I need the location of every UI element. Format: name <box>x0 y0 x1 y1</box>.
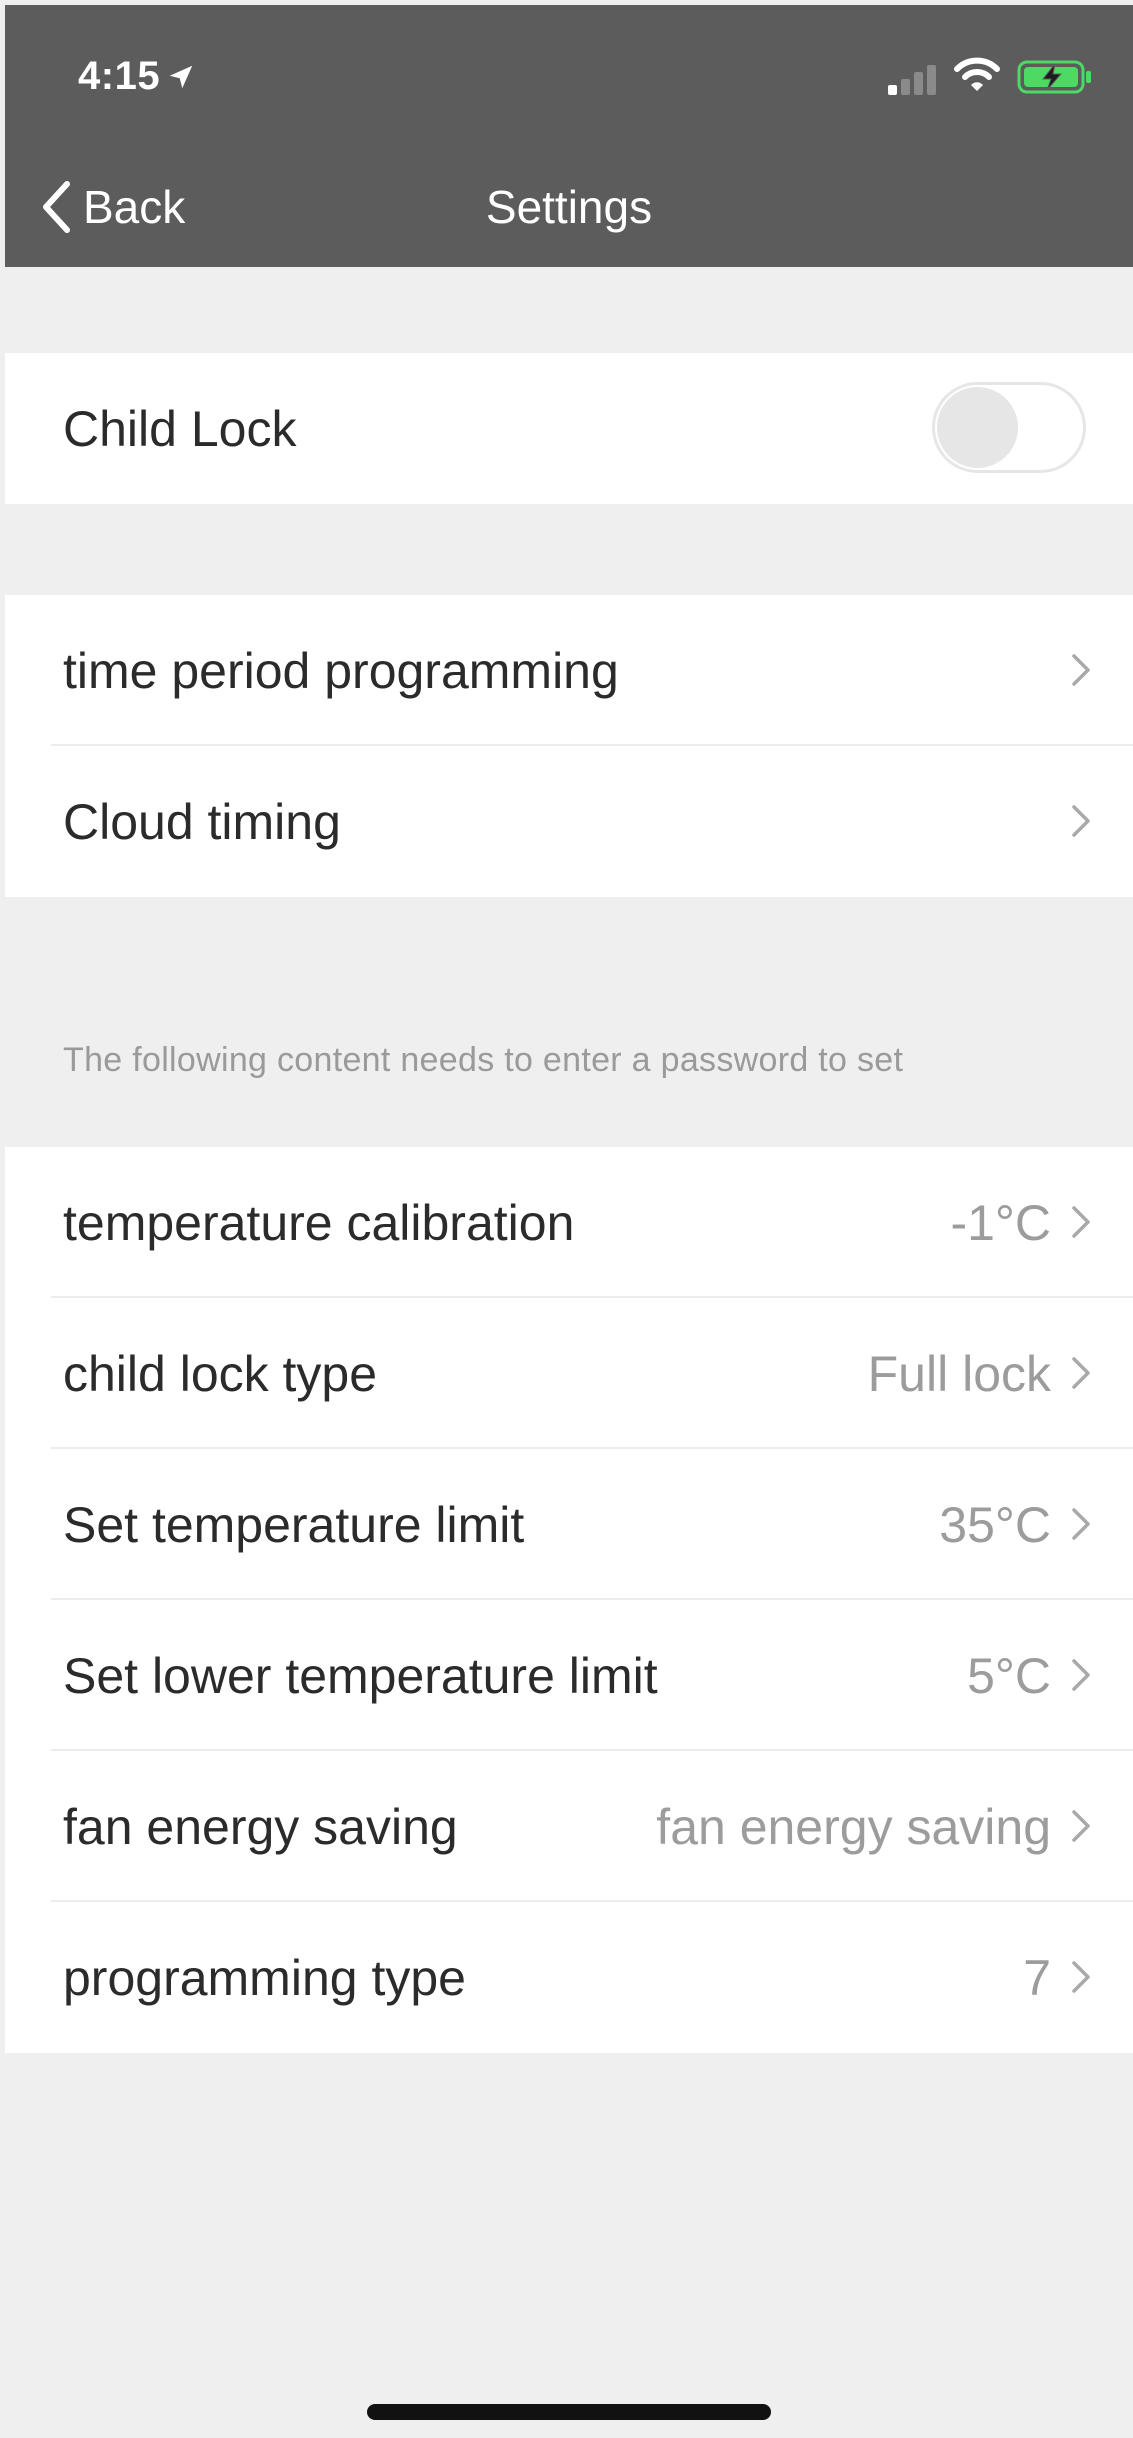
programming-group: time period programming Cloud timing <box>5 595 1133 897</box>
child-lock-group: Child Lock <box>5 353 1133 504</box>
list-item-time-period-programming[interactable]: time period programming <box>5 595 1133 746</box>
row-value: 35°C <box>939 1496 1051 1553</box>
list-item-child-lock-type[interactable]: child lock type Full lock <box>5 1298 1133 1449</box>
password-section-note: The following content needs to enter a p… <box>63 1041 904 1079</box>
row-label: fan energy saving <box>63 1798 458 1855</box>
password-settings-group: temperature calibration -1°C child lock … <box>5 1147 1133 2053</box>
cellular-signal-icon <box>888 65 936 95</box>
list-item-temperature-calibration[interactable]: temperature calibration -1°C <box>5 1147 1133 1298</box>
row-label: Cloud timing <box>63 793 341 850</box>
row-label: child lock type <box>63 1345 378 1402</box>
chevron-right-icon <box>1072 1206 1090 1238</box>
row-label: temperature calibration <box>63 1194 575 1251</box>
list-item-fan-energy-saving[interactable]: fan energy saving fan energy saving <box>5 1751 1133 1902</box>
home-indicator[interactable] <box>367 2404 771 2420</box>
battery-charging-icon <box>1017 60 1091 94</box>
list-item-cloud-timing[interactable]: Cloud timing <box>5 746 1133 897</box>
toggle-knob <box>937 387 1018 468</box>
chevron-right-icon <box>1072 1357 1090 1389</box>
row-value: fan energy saving <box>656 1798 1051 1855</box>
child-lock-toggle[interactable] <box>932 382 1086 473</box>
location-arrow-icon <box>169 65 193 89</box>
chevron-right-icon <box>1072 654 1090 686</box>
list-item-set-lower-temperature-limit[interactable]: Set lower temperature limit 5°C <box>5 1600 1133 1751</box>
chevron-right-icon <box>1072 805 1090 837</box>
row-label: Set lower temperature limit <box>63 1647 658 1704</box>
list-item-set-temperature-limit[interactable]: Set temperature limit 35°C <box>5 1449 1133 1600</box>
chevron-right-icon <box>1072 1961 1090 1993</box>
child-lock-row: Child Lock <box>5 353 1133 504</box>
row-label: programming type <box>63 1949 466 2006</box>
wifi-icon <box>954 57 1000 91</box>
chevron-right-icon <box>1072 1810 1090 1842</box>
settings-screen: 4:15 Back Settings Child Lock time perio… <box>5 5 1133 2438</box>
chevron-right-icon <box>1072 1508 1090 1540</box>
row-label: Set temperature limit <box>63 1496 525 1553</box>
child-lock-label: Child Lock <box>63 400 297 457</box>
row-value: 5°C <box>967 1647 1051 1704</box>
navigation-header: 4:15 Back Settings <box>5 5 1133 267</box>
row-value: 7 <box>1023 1949 1051 2006</box>
status-bar-time: 4:15 <box>78 51 196 101</box>
chevron-right-icon <box>1072 1659 1090 1691</box>
status-time-text: 4:15 <box>78 54 161 98</box>
list-item-programming-type[interactable]: programming type 7 <box>5 1902 1133 2053</box>
row-value: Full lock <box>867 1345 1051 1402</box>
row-value: -1°C <box>950 1194 1051 1251</box>
page-title: Settings <box>485 181 653 233</box>
row-label: time period programming <box>63 642 619 699</box>
